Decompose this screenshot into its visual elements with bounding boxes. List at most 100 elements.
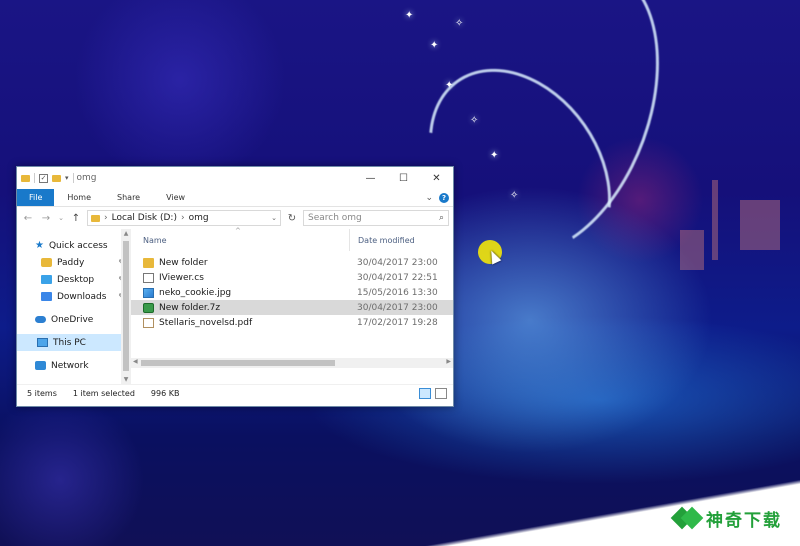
new-folder-icon[interactable] <box>52 174 61 182</box>
image-file-icon <box>143 287 154 298</box>
file-row-neko-cookie-jpg[interactable]: neko_cookie.jpg 15/05/2016 13:30 <box>131 285 453 300</box>
minimize-button[interactable]: — <box>354 167 387 189</box>
back-button[interactable]: ← <box>21 213 35 224</box>
sparkle-icon: ✦ <box>430 40 439 51</box>
tab-share[interactable]: Share <box>104 189 153 206</box>
cs-file-icon <box>143 272 154 283</box>
sidebar-item-label: Paddy <box>57 257 85 268</box>
watermark: 神奇下载 <box>672 504 782 532</box>
star-icon: ★ <box>35 240 44 251</box>
sidebar-item-label: This PC <box>53 337 86 348</box>
sidebar-item-network[interactable]: Network <box>17 357 131 374</box>
up-button[interactable]: ↑ <box>69 213 83 224</box>
refresh-icon[interactable]: ↻ <box>285 213 299 224</box>
sidebar-item-this-pc[interactable]: This PC <box>17 334 131 351</box>
this-pc-icon <box>37 338 48 347</box>
watermark-text: 神奇下载 <box>706 510 782 531</box>
selection-count: 1 item selected <box>72 388 135 398</box>
sidebar-item-label: Quick access <box>48 240 108 251</box>
sparkle-icon: ✦ <box>445 80 454 91</box>
sort-ascending-icon: ^ <box>235 226 241 235</box>
scroll-down-arrow-icon[interactable]: ▼ <box>121 376 131 383</box>
sparkle-icon: ✧ <box>470 115 479 126</box>
column-header-name[interactable]: ^ Name <box>131 227 349 245</box>
desktop-folder-icon <box>41 275 52 284</box>
recent-locations-chevron-icon[interactable]: ⌄ <box>57 214 65 222</box>
separator <box>72 173 74 183</box>
breadcrumb-separator[interactable]: › <box>181 213 185 223</box>
column-header-date-label: Date modified <box>358 235 415 245</box>
large-icons-view-icon[interactable] <box>435 387 447 399</box>
breadcrumb-omg[interactable]: omg <box>189 213 209 223</box>
tab-file[interactable]: File <box>17 189 55 206</box>
folder-icon <box>21 174 30 182</box>
scroll-up-arrow-icon[interactable]: ▲ <box>121 230 131 237</box>
column-header-date-modified[interactable]: Date modified <box>349 229 453 251</box>
breadcrumb-separator: › <box>104 213 108 223</box>
quick-access-toolbar: ✓ ▾ <box>21 173 74 183</box>
file-row-new-folder-7z[interactable]: New folder.7z 30/04/2017 23:00 <box>131 300 453 315</box>
sidebar-item-quick-access[interactable]: ★ Quick access <box>17 237 131 254</box>
tab-view[interactable]: View <box>153 189 198 206</box>
search-placeholder: Search omg <box>308 213 362 223</box>
ribbon-tabs: File Home Share View ⌄ ? <box>17 189 453 207</box>
item-count: 5 items <box>27 388 57 398</box>
file-list: New folder 30/04/2017 23:00 IViewer.cs 3… <box>131 251 453 330</box>
downloads-folder-icon <box>41 292 52 301</box>
user-folder-icon <box>41 258 52 267</box>
file-name: Stellaris_novelsd.pdf <box>159 317 253 328</box>
scroll-left-arrow-icon[interactable]: ◀ <box>133 358 138 365</box>
scroll-right-arrow-icon[interactable]: ▶ <box>446 358 451 365</box>
expand-ribbon-chevron-icon[interactable]: ⌄ <box>425 193 433 203</box>
nav-scrollbar-thumb[interactable] <box>123 241 129 371</box>
forward-button[interactable]: → <box>39 213 53 224</box>
horizontal-scrollbar-thumb[interactable] <box>141 360 335 366</box>
sidebar-item-downloads[interactable]: Downloads ✎ <box>17 288 131 305</box>
pdf-file-icon <box>143 317 154 328</box>
navigation-pane: ★ Quick access Paddy ✎ Desktop ✎ Downloa… <box>17 229 131 384</box>
city-light <box>680 230 704 270</box>
sidebar-item-label: Desktop <box>57 274 95 285</box>
status-bar: 5 items 1 item selected 996 KB <box>17 384 453 401</box>
onedrive-icon <box>35 316 46 323</box>
file-date: 15/05/2016 13:30 <box>357 287 438 298</box>
file-explorer-window: ✓ ▾ omg — ☐ ✕ File Home Share View ⌄ ? ←… <box>16 166 454 407</box>
properties-icon[interactable]: ✓ <box>39 173 48 183</box>
maximize-button[interactable]: ☐ <box>387 167 420 189</box>
file-row-new-folder[interactable]: New folder 30/04/2017 23:00 <box>131 255 453 270</box>
sidebar-item-desktop[interactable]: Desktop ✎ <box>17 271 131 288</box>
title-bar[interactable]: ✓ ▾ omg — ☐ ✕ <box>17 167 453 189</box>
sparkle-icon: ✦ <box>405 10 414 21</box>
file-list-pane: ^ Name Date modified New folder 30/04/20… <box>131 227 453 384</box>
sidebar-item-onedrive[interactable]: OneDrive <box>17 311 131 328</box>
sidebar-item-label: Downloads <box>57 291 107 302</box>
close-button[interactable]: ✕ <box>420 167 453 189</box>
file-date: 30/04/2017 23:00 <box>357 257 438 268</box>
file-name: neko_cookie.jpg <box>159 287 232 298</box>
address-dropdown-chevron-icon[interactable]: ⌄ <box>271 214 277 222</box>
file-row-stellaris-pdf[interactable]: Stellaris_novelsd.pdf 17/02/2017 19:28 <box>131 315 453 330</box>
help-icon[interactable]: ? <box>439 192 449 203</box>
sidebar-item-label: OneDrive <box>51 314 94 325</box>
customize-toolbar-chevron-icon[interactable]: ▾ <box>65 174 69 182</box>
folder-icon <box>91 214 100 222</box>
file-name: New folder <box>159 257 208 268</box>
address-bar[interactable]: › Local Disk (D:) › omg ⌄ <box>87 210 281 226</box>
search-icon[interactable]: ⌕ <box>439 213 444 223</box>
folder-icon <box>143 257 154 268</box>
selection-size: 996 KB <box>150 388 180 398</box>
breadcrumb-local-disk[interactable]: Local Disk (D:) <box>112 213 177 223</box>
file-date: 30/04/2017 22:51 <box>357 272 438 283</box>
city-light <box>740 200 780 250</box>
separator <box>34 173 35 183</box>
sidebar-item-paddy[interactable]: Paddy ✎ <box>17 254 131 271</box>
sparkle-icon: ✧ <box>455 18 464 29</box>
search-input[interactable]: Search omg ⌕ <box>303 210 449 226</box>
details-view-icon[interactable] <box>419 387 431 399</box>
column-header-row: ^ Name Date modified <box>131 227 453 251</box>
file-list-horizontal-scrollbar[interactable]: ◀ ▶ <box>131 358 453 368</box>
nav-scrollbar[interactable]: ▲ ▼ <box>121 229 131 384</box>
file-row-iviewer-cs[interactable]: IViewer.cs 30/04/2017 22:51 <box>131 270 453 285</box>
tab-home[interactable]: Home <box>54 189 104 206</box>
archive-file-icon <box>143 302 154 313</box>
